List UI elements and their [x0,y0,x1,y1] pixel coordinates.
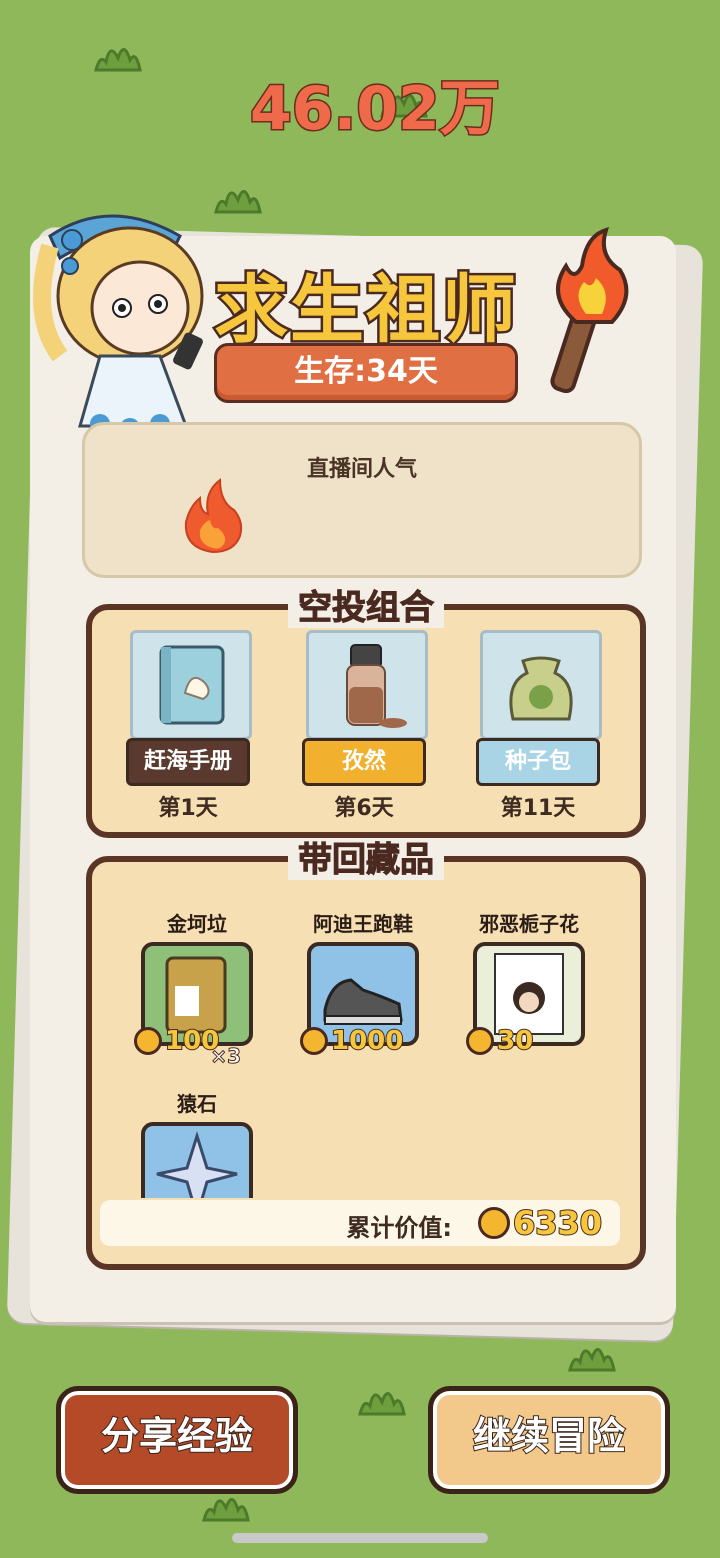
seed-bag-icon [509,656,573,721]
home-indicator[interactable] [232,1533,488,1543]
popularity-value: 46.02万 [249,73,502,146]
airdrop-item-name: 赶海手册 [126,738,250,786]
airdrop-item[interactable]: 种子包 第11天 [476,630,602,821]
collection-item-price: 1000 [300,1025,404,1057]
airdrop-title: 空投组合 [92,580,640,629]
collection-item[interactable]: 邪恶栀子花 30 [464,908,594,1057]
airdrop-card [480,630,602,740]
grass-decoration [568,1348,616,1372]
collection-item-price: 100 [134,1025,220,1057]
airdrop-item-day: 第6天 [334,796,394,821]
continue-adventure-button[interactable]: 继续冒险 [428,1386,670,1494]
page-title: 求生祖师 [212,265,519,356]
book-icon [159,645,225,725]
collection-item-price: 30 [466,1025,534,1057]
collection-card [141,1122,253,1198]
airdrop-item[interactable]: 孜然 第6天 [302,630,428,821]
spice-jar-icon [346,644,407,728]
star-crystal-icon [156,1130,238,1198]
character-avatar-icon [33,214,204,453]
airdrop-card [306,630,428,740]
airdrop-item-name: 孜然 [302,738,426,786]
collection-section: 带回藏品 金坷垃 ×3 100 阿迪王跑鞋 1000 邪恶栀子花 30 猿石 累… [86,840,646,1270]
total-value-label: 累计价值: [346,1214,452,1242]
coin-icon [134,1027,162,1055]
collection-item-name: 阿迪王跑鞋 [313,912,413,936]
collection-item[interactable]: 阿迪王跑鞋 1000 [298,908,428,1057]
grass-decoration [358,1392,406,1416]
collection-item-name: 金坷垃 [167,912,227,936]
torch-icon [550,227,629,394]
airdrop-item[interactable]: 赶海手册 第1天 [126,630,252,821]
airdrop-item-day: 第11天 [500,796,576,821]
collection-title: 带回藏品 [92,832,640,881]
coin-icon [300,1027,328,1055]
coin-icon [466,1027,494,1055]
grass-decoration [214,190,262,214]
popularity-label: 直播间人气 [306,457,417,482]
popularity-panel: 直播间人气 [82,422,642,578]
airdrop-item-day: 第1天 [158,796,218,821]
coin-icon [477,1207,510,1239]
airdrop-item-name: 种子包 [476,738,600,786]
collection-item[interactable]: 金坷垃 ×3 100 [132,908,262,1069]
fire-icon [184,478,243,554]
total-value-bar: 累计价值: 6330 [100,1200,620,1246]
grass-decoration [94,48,142,72]
airdrop-section: 空投组合 赶海手册 第1天 孜然 第6天 种子包 第11天 [86,588,646,838]
collection-item-name: 猿石 [177,1092,217,1116]
collection-item[interactable]: 猿石 [132,1088,262,1198]
collection-item-name: 邪恶栀子花 [479,912,579,936]
share-experience-button[interactable]: 分享经验 [56,1386,298,1494]
survival-days-badge: 生存:34天 [214,343,518,403]
total-value: 6330 [477,1203,603,1243]
airdrop-card [130,630,252,740]
